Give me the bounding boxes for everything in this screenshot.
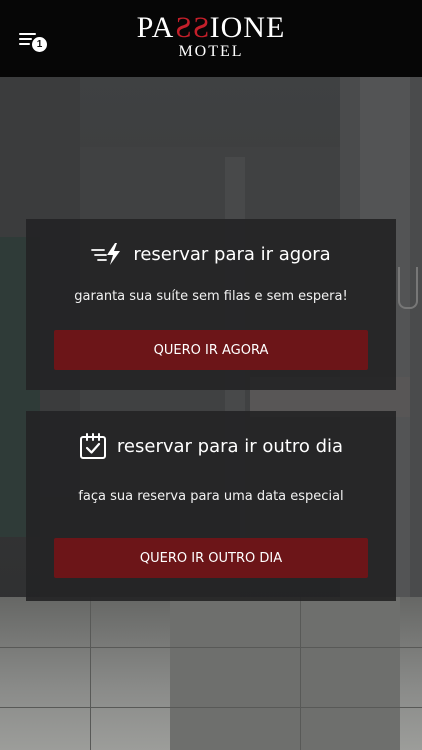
passione-motel-logo: PASSIONE MOTEL (105, 11, 317, 64)
menu-button[interactable]: 1 (16, 28, 52, 56)
background-floor-grout (300, 597, 301, 750)
background-floor-grout (0, 707, 422, 708)
reserve-later-card: reservar para ir outro dia faça sua rese… (26, 411, 396, 601)
fast-lightning-icon (91, 242, 123, 266)
go-other-day-button[interactable]: QUERO IR OUTRO DIA (54, 538, 368, 578)
logo-mark: SS (174, 11, 210, 44)
logo-wordmark: PASSIONE (136, 11, 286, 44)
reserve-now-subtitle: garanta sua suíte sem filas e sem espera… (74, 289, 348, 304)
background-floor-grout (0, 647, 422, 648)
reserve-now-heading: reservar para ir agora (26, 239, 396, 269)
reserve-now-title: reservar para ir agora (133, 243, 331, 265)
calendar-check-icon (79, 432, 107, 460)
app-header: 1 PASSIONE MOTEL (0, 0, 422, 77)
notification-badge: 1 (32, 37, 47, 52)
background-towel-hook (398, 267, 418, 309)
background-floor-shadow (170, 597, 400, 750)
go-now-button[interactable]: QUERO IR AGORA (54, 330, 368, 370)
reserve-now-card: reservar para ir agora garanta sua suíte… (26, 219, 396, 390)
background-floor-grout (90, 597, 91, 750)
logo-subtitle: MOTEL (178, 43, 244, 60)
reserve-later-title: reservar para ir outro dia (116, 435, 344, 457)
reserve-later-heading: reservar para ir outro dia (26, 431, 396, 461)
reserve-later-subtitle: faça sua reserva para uma data especial (78, 489, 344, 504)
